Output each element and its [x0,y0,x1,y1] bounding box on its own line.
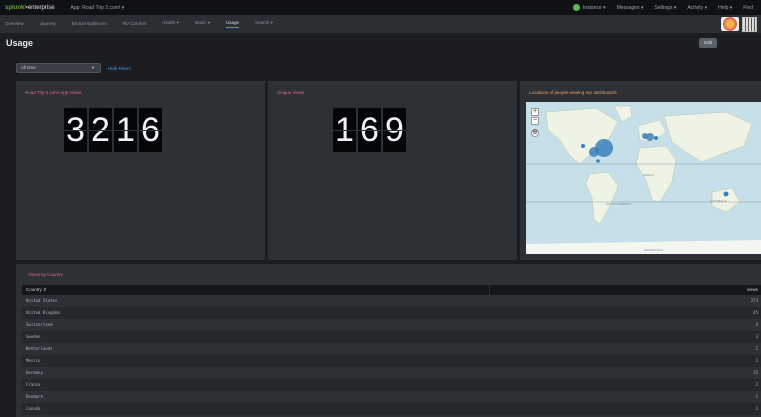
views-counter: 3 2 1 6 [64,108,162,152]
find-menu[interactable]: Find [743,5,753,11]
panel-title: Road Trip 2.com! App Views [25,90,82,95]
column-header-country[interactable]: Country ⇕ [26,287,47,293]
table-row[interactable]: Denmark 1 [22,391,761,403]
table-row[interactable]: Germany 35 [22,367,761,379]
hide-filters-link[interactable]: Hide Filters [108,66,131,71]
views-by-country-panel: Views by Country Country ⇕ views United … [16,264,761,417]
tab-rv-comfort[interactable]: RV Comfort [123,21,146,28]
settings-menu[interactable]: Settings ▾ [654,5,676,11]
top-bar: splunk>enterprise App: Road Trip 2.com! … [0,0,761,15]
app-menu[interactable]: App: Road Trip 2.com! ▾ [71,5,125,11]
table-header: Country ⇕ views [22,285,761,295]
chevron-down-icon: ▼ [91,65,95,70]
counter-digit: 3 [64,108,87,152]
table-row[interactable]: United Kingdom 45 [22,307,761,319]
counter-digit: 6 [139,108,162,152]
layers-icon[interactable]: ⊕ [531,129,539,137]
time-range-picker[interactable]: All time ▼ [16,63,101,73]
panel-title: Unique Views [277,90,305,95]
instance-menu[interactable]: Instance ▾ [572,4,606,11]
table-row[interactable]: Mexico 1 [22,355,761,367]
map-label: ANTARCTICA [644,248,663,252]
map-label: SOUTH AMERICA [606,202,631,206]
messages-menu[interactable]: Messages ▾ [617,5,644,11]
table-row[interactable]: France 2 [22,379,761,391]
activity-menu[interactable]: Activity ▾ [687,5,707,11]
counter-digit: 1 [333,108,356,152]
table-body: United States 273 United Kingdom 45 Switze… [22,295,761,415]
map-svg [526,105,761,254]
column-header-views[interactable]: views [747,287,758,292]
map-label: AFRICA [643,173,655,177]
help-menu[interactable]: Help ▾ [718,5,732,11]
counter-digit: 6 [358,108,381,152]
app-views-panel: Road Trip 2.com! App Views 3 2 1 6 [16,81,265,260]
tab-health[interactable]: Health ▾ [162,20,179,28]
unique-counter: 1 6 9 [333,108,406,152]
counter-digit: 2 [89,108,112,152]
tab-overview[interactable]: Overview [5,21,24,28]
locations-panel: Locations of people viewing our dashboar… [520,81,761,260]
world-map[interactable]: AFRICA SOUTH AMERICA AUSTRALIA ANTARCTIC… [526,102,761,254]
map-label: AUSTRALIA [710,199,727,203]
qr-code-icon [742,17,757,32]
tab-bronze-bathroom[interactable]: Bronze Bathroom [72,21,107,28]
zoom-in-button[interactable]: + [531,108,539,116]
table-row[interactable]: Canada 1 [22,403,761,415]
table-row[interactable]: Switzerland 4 [22,319,761,331]
panel-title: Views by Country [28,272,63,277]
counter-digit: 9 [383,108,406,152]
counter-digit: 1 [114,108,137,152]
tab-search[interactable]: Search ▾ [255,20,273,28]
table-row[interactable]: United States 273 [22,295,761,307]
zoom-out-button[interactable]: − [531,117,539,125]
tab-usage[interactable]: Usage [226,20,240,28]
table-row[interactable]: Netherlands 2 [22,343,761,355]
tab-journey[interactable]: Journey [40,21,56,28]
app-logo-icon [721,17,739,31]
tab-music[interactable]: Music ▾ [195,20,210,28]
panel-title: Locations of people viewing our dashboar… [529,90,617,95]
app-nav: Overview Journey Bronze Bathroom RV Comf… [0,15,761,33]
status-icon [572,4,580,11]
edit-button[interactable]: Edit [699,38,717,48]
table-row[interactable]: Sweden 3 [22,331,761,343]
page-title: Usage [6,38,34,48]
splunk-logo[interactable]: splunk>enterprise [5,5,55,11]
unique-views-panel: Unique Views 1 6 9 [268,81,517,260]
